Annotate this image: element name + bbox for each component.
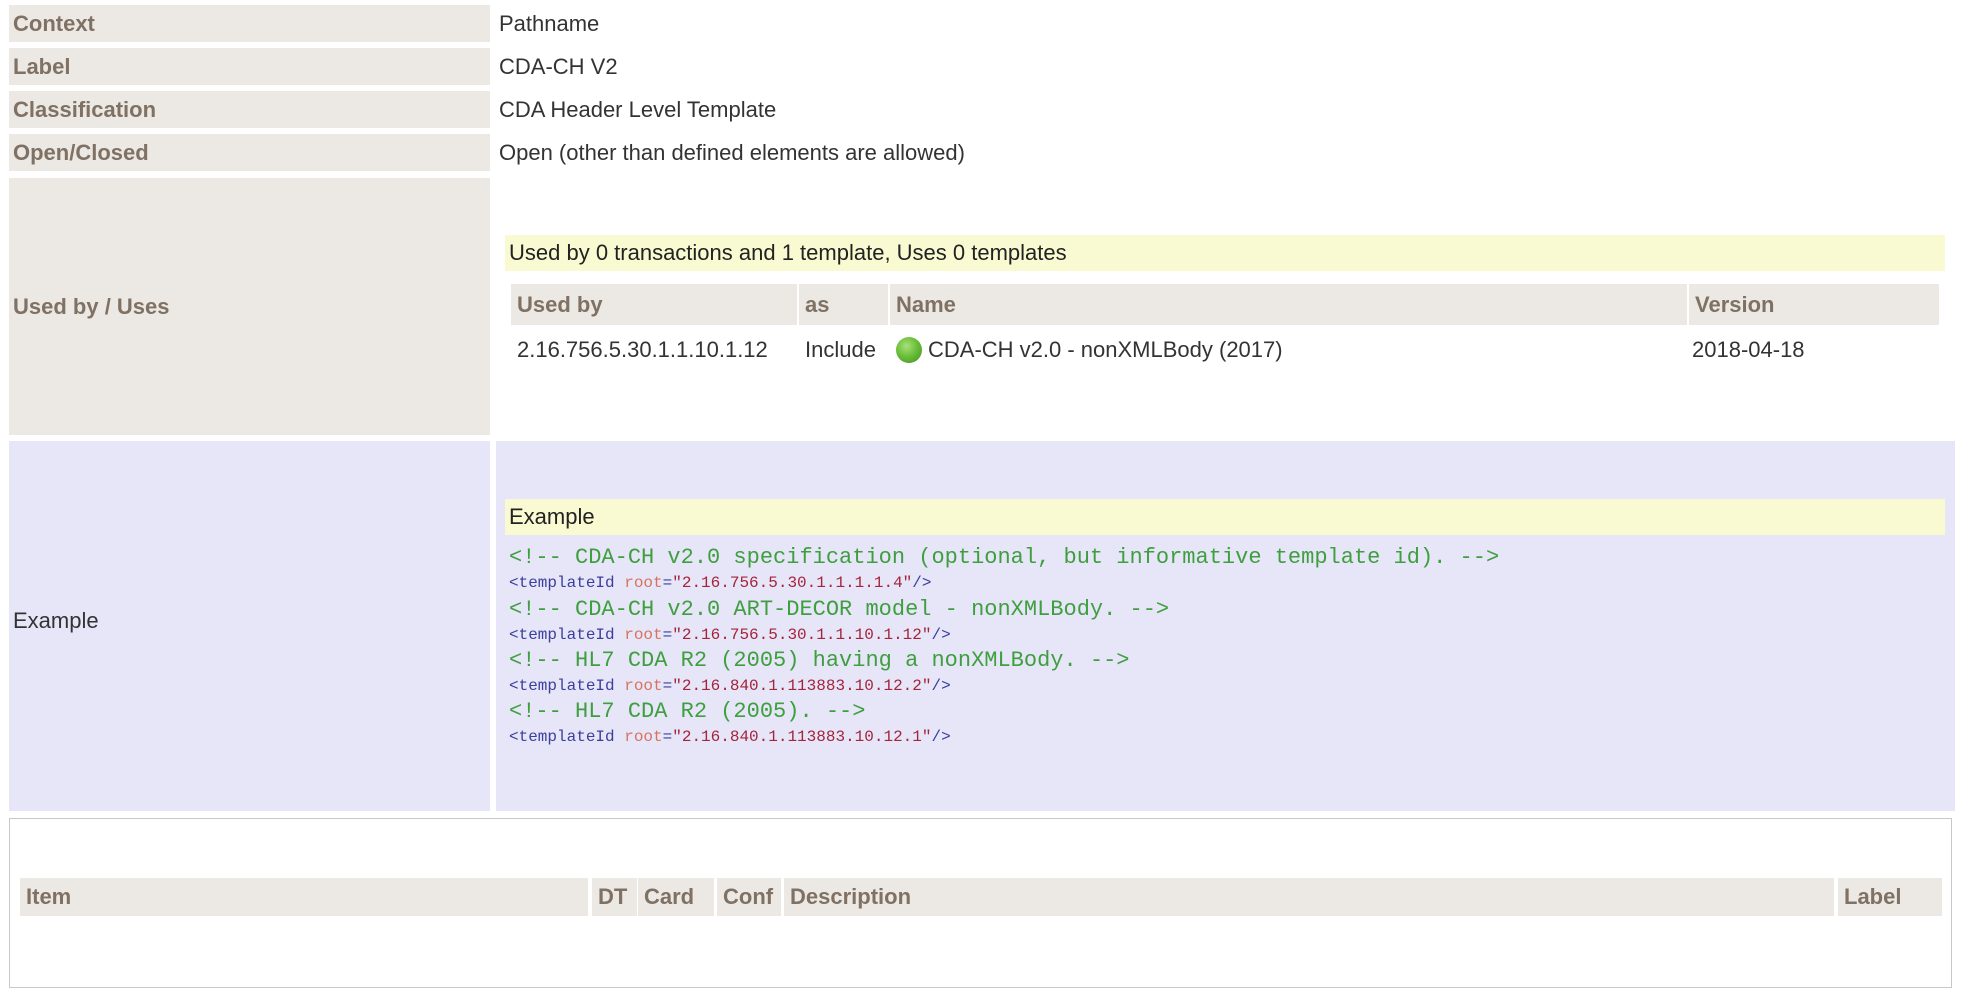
usedby-row-name-cell[interactable]: CDA-CH v2.0 - nonXMLBody (2017) [896, 332, 1283, 368]
code-line-1: <templateId root="2.16.756.5.30.1.1.1.1.… [509, 574, 932, 592]
usedby-row-as: Include [805, 337, 876, 362]
example-label: Example [13, 608, 99, 633]
usedby-header-as[interactable]: as [799, 284, 888, 325]
code-comment-4: <!-- HL7 CDA R2 (2005). --> [509, 699, 866, 724]
green-status-dot-icon [896, 337, 922, 363]
items-header-description[interactable]: Description [784, 878, 1834, 916]
label-value: CDA-CH V2 [499, 53, 618, 79]
items-header-dt[interactable]: DT [592, 878, 637, 916]
usedby-header-usedby[interactable]: Used by [511, 284, 797, 325]
usedby-header-version[interactable]: Version [1689, 284, 1939, 325]
classification-label: Classification [9, 91, 490, 128]
classification-value: CDA Header Level Template [499, 96, 777, 122]
items-header-card[interactable]: Card [638, 878, 714, 916]
context-label: Context [9, 5, 490, 42]
code-comment-3: <!-- HL7 CDA R2 (2005) having a nonXMLBo… [509, 648, 1130, 673]
code-comment-1: <!-- CDA-CH v2.0 specification (optional… [509, 545, 1500, 570]
usedby-header-name[interactable]: Name [890, 284, 1687, 325]
items-header-item[interactable]: Item [20, 878, 588, 916]
example-title: Example [505, 499, 1945, 535]
usedby-label: Used by / Uses [9, 178, 490, 435]
code-line-2: <templateId root="2.16.756.5.30.1.1.10.1… [509, 626, 951, 644]
usedby-row-name[interactable]: CDA-CH v2.0 - nonXMLBody (2017) [928, 337, 1283, 363]
openclosed-value: Open (other than defined elements are al… [499, 139, 965, 165]
openclosed-label: Open/Closed [9, 134, 490, 171]
usedby-row-version: 2018-04-18 [1692, 337, 1805, 362]
code-line-4: <templateId root="2.16.840.1.113883.10.1… [509, 728, 951, 746]
items-header-conf[interactable]: Conf [717, 878, 781, 916]
items-header-label[interactable]: Label [1838, 878, 1942, 916]
context-value: Pathname [499, 10, 600, 36]
code-comment-2: <!-- CDA-CH v2.0 ART-DECOR model - nonXM… [509, 597, 1170, 622]
label-label: Label [9, 48, 490, 85]
usedby-summary: Used by 0 transactions and 1 template, U… [505, 235, 1945, 271]
usedby-row-id[interactable]: 2.16.756.5.30.1.1.10.1.12 [517, 332, 768, 368]
code-line-3: <templateId root="2.16.840.1.113883.10.1… [509, 677, 951, 695]
